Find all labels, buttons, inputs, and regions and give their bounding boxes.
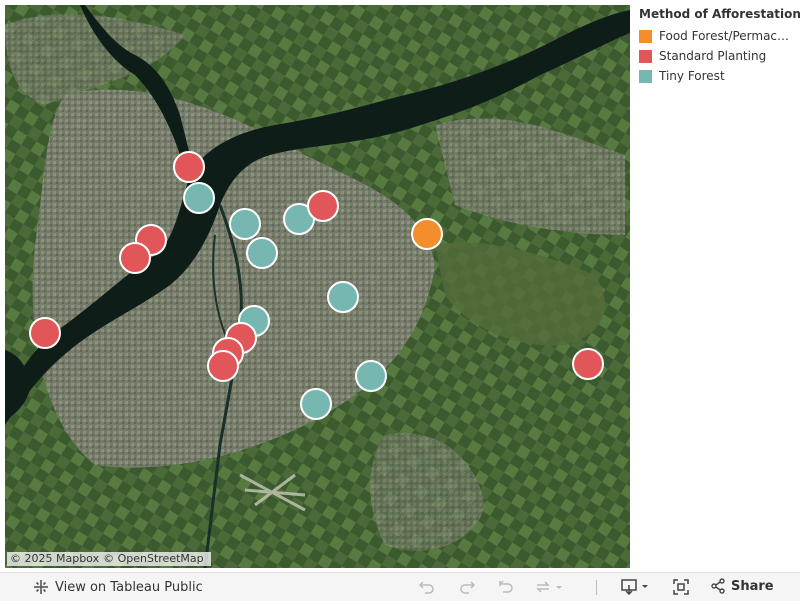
- undo-button[interactable]: [418, 578, 436, 596]
- legend-swatch-food-forest: [639, 29, 652, 43]
- map-attribution[interactable]: © 2025 Mapbox © OpenStreetMap: [7, 552, 211, 566]
- refresh-button[interactable]: [534, 578, 564, 596]
- map-canvas[interactable]: [5, 5, 630, 568]
- share-button[interactable]: Share: [710, 578, 774, 594]
- legend-item-standard-planting[interactable]: Standard Planting: [639, 46, 799, 66]
- map-marker-tiny-forest[interactable]: [246, 237, 278, 269]
- osm-attribution[interactable]: © OpenStreetMap: [103, 552, 204, 565]
- download-button[interactable]: [620, 578, 652, 596]
- map-marker-tiny-forest[interactable]: [229, 208, 261, 240]
- undo-icon: [418, 581, 434, 594]
- toolbar: View on Tableau Public Share: [0, 572, 800, 601]
- refresh-icon: [536, 581, 562, 593]
- legend-label: Standard Planting: [659, 49, 767, 63]
- map-marker-standard-planting[interactable]: [207, 350, 239, 382]
- tableau-logo-icon: [34, 580, 48, 594]
- map-marker-tiny-forest[interactable]: [327, 281, 359, 313]
- map-marker-food-forest-permacu[interactable]: [411, 218, 443, 250]
- map-marker-standard-planting[interactable]: [307, 190, 339, 222]
- map-marker-tiny-forest[interactable]: [300, 388, 332, 420]
- map-marker-standard-planting[interactable]: [572, 348, 604, 380]
- map-marker-tiny-forest[interactable]: [355, 360, 387, 392]
- view-on-tableau-public-button[interactable]: View on Tableau Public: [33, 579, 203, 595]
- legend-label: Tiny Forest: [659, 69, 725, 83]
- legend-item-food-forest[interactable]: Food Forest/Permacu...: [639, 26, 799, 46]
- map-view[interactable]: © 2025 Mapbox © OpenStreetMap: [5, 5, 630, 568]
- redo-button[interactable]: [458, 578, 476, 596]
- share-label: Share: [731, 578, 774, 594]
- map-marker-tiny-forest[interactable]: [183, 182, 215, 214]
- revert-icon: [499, 580, 513, 593]
- share-icon: [711, 578, 725, 594]
- mapbox-attribution[interactable]: © 2025 Mapbox: [10, 552, 99, 565]
- legend-swatch-standard-planting: [639, 49, 652, 63]
- map-marker-standard-planting[interactable]: [119, 242, 151, 274]
- legend: Method of Afforestation Food Forest/Perm…: [639, 7, 800, 86]
- legend-label: Food Forest/Permacu...: [659, 29, 794, 43]
- revert-button[interactable]: [497, 578, 515, 596]
- redo-icon: [460, 581, 476, 594]
- view-on-tableau-public-label: View on Tableau Public: [55, 579, 203, 595]
- fullscreen-button[interactable]: [672, 578, 690, 596]
- toolbar-divider: [596, 580, 597, 595]
- download-icon: [621, 579, 648, 596]
- fullscreen-icon: [673, 579, 689, 595]
- legend-item-tiny-forest[interactable]: Tiny Forest: [639, 66, 799, 86]
- map-marker-standard-planting[interactable]: [173, 151, 205, 183]
- legend-swatch-tiny-forest: [639, 69, 652, 83]
- legend-title: Method of Afforestation: [639, 7, 800, 21]
- map-marker-standard-planting[interactable]: [29, 317, 61, 349]
